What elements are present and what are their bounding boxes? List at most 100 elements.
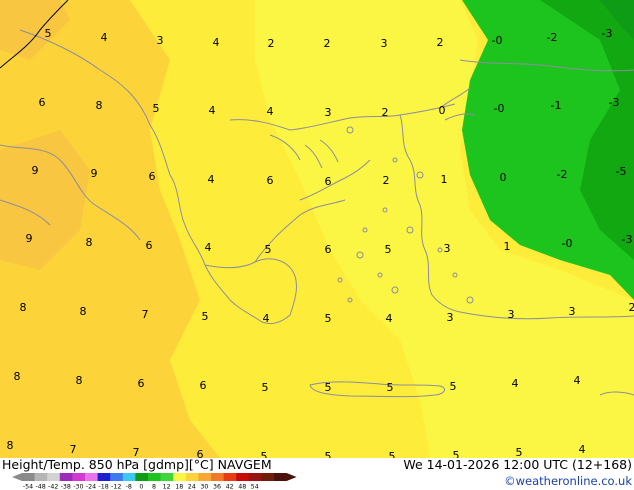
colorbar-swatch	[236, 473, 250, 481]
temp-value-label: 5	[153, 102, 160, 115]
colorbar-tick-label: 0	[139, 484, 143, 490]
colorbar-swatch	[34, 473, 48, 481]
temp-value-label: 4	[209, 104, 216, 117]
temp-value-label: -2	[547, 31, 558, 44]
colorbar-swatch	[198, 473, 212, 481]
temp-value-label: -5	[616, 165, 627, 178]
colorbar-swatch	[135, 473, 149, 481]
colorbar-swatch	[97, 473, 111, 481]
temp-value-label: 4	[579, 443, 586, 456]
temp-value-label: 4	[267, 105, 274, 118]
temp-value-label: 2	[324, 37, 331, 50]
temp-value-label: 8	[20, 301, 27, 314]
colorbar-tick-label: 36	[213, 484, 221, 490]
temp-value-label: 5	[325, 381, 332, 394]
temp-value-label: 8	[80, 305, 87, 318]
map-datetime: We 14-01-2026 12:00 UTC (12+168)	[403, 457, 632, 472]
colorbar-tick-label: 18	[175, 484, 183, 490]
temp-value-label: 3	[325, 106, 332, 119]
temp-value-label: 8	[14, 370, 21, 383]
light-patch	[360, 34, 420, 70]
temp-value-label: 7	[70, 443, 77, 456]
colorbar-tick-label: -24	[86, 484, 96, 490]
colorbar-tick-label: -12	[111, 484, 121, 490]
colorbar-tick-label: -8	[126, 484, 132, 490]
weather-map: 5 4 3 4 2 2 3 2 -0 -2 -36 8 5 4 4 3 2 0 -0 -1 -39 9 6 4 6 6 2 1 0 -2-…	[0, 0, 634, 490]
temp-value-label: 4	[101, 31, 108, 44]
temp-value-label: 3	[569, 305, 576, 318]
colorbar-swatch	[59, 473, 73, 481]
colorbar-swatch	[47, 473, 61, 481]
temp-value-label: -1	[551, 99, 562, 112]
credit-link[interactable]: ©weatheronline.co.uk	[504, 474, 632, 488]
colorbar-swatch	[148, 473, 161, 481]
temp-value-label: 5	[385, 243, 392, 256]
colorbar-tick-label: 24	[188, 484, 196, 490]
colorbar-swatch	[261, 473, 275, 481]
temp-value-label: 4	[213, 36, 220, 49]
temp-value-label: 2	[268, 37, 275, 50]
colorbar-tick-label: -54	[23, 484, 33, 490]
temp-value-label: 5	[262, 381, 269, 394]
temp-value-label: 6	[325, 175, 332, 188]
colorbar-swatch	[211, 473, 224, 481]
colorbar-swatch	[248, 473, 262, 481]
temp-value-label: 9	[91, 167, 98, 180]
colorbar-tick-label: 54	[251, 484, 259, 490]
temp-value-label: 8	[76, 374, 83, 387]
temp-value-label: 6	[325, 243, 332, 256]
colorbar-swatch	[85, 473, 98, 481]
temp-value-label: 4	[574, 374, 581, 387]
temp-value-label: 8	[7, 439, 14, 452]
temp-value-label: 5	[202, 310, 209, 323]
temp-value-label: 3	[157, 34, 164, 47]
colorbar-swatch	[22, 473, 35, 481]
temp-value-label: 9	[32, 164, 39, 177]
temp-value-label: 6	[146, 239, 153, 252]
temp-value-label: 1	[441, 173, 448, 186]
temp-value-label: 3	[508, 308, 515, 321]
colorbar-swatch	[122, 473, 136, 481]
temp-value-label: 0	[439, 104, 446, 117]
temp-value-label: 5	[45, 27, 52, 40]
temp-value-label: 6	[138, 377, 145, 390]
temp-value-label: 6	[267, 174, 274, 187]
temp-value-label: 5	[450, 380, 457, 393]
colorbar-tick-label: -42	[48, 484, 58, 490]
temp-value-label: 6	[39, 96, 46, 109]
colorbar-swatch	[173, 473, 187, 481]
temp-value-label: 3	[444, 242, 451, 255]
temp-value-label: 2	[437, 36, 444, 49]
temp-value-label: 1	[504, 240, 511, 253]
temp-value-label: -0	[562, 237, 573, 250]
temp-value-label: 3	[447, 311, 454, 324]
temp-value-label: 3	[381, 37, 388, 50]
colorbar-swatch	[223, 473, 237, 481]
temp-value-label: -0	[494, 102, 505, 115]
map-title: Height/Temp. 850 hPa [gdmp][°C] NAVGEM	[2, 457, 272, 472]
colorbar-tick-label: 8	[152, 484, 156, 490]
temp-value-label: 7	[142, 308, 149, 321]
colorbar-tick-label: -38	[61, 484, 71, 490]
temp-value-label: -3	[609, 96, 620, 109]
temp-value-label: 0	[500, 171, 507, 184]
colorbar-tick-label: 42	[226, 484, 234, 490]
colorbar-tick-label: 30	[200, 484, 208, 490]
colorbar-swatch	[274, 473, 287, 481]
temp-value-label: 4	[205, 241, 212, 254]
temp-value-label: 4	[386, 312, 393, 325]
temp-value-label: 4	[512, 377, 519, 390]
temp-value-label: -3	[602, 27, 613, 40]
colorbar-swatch	[110, 473, 124, 481]
temp-value-label: 6	[200, 379, 207, 392]
temp-value-label: 8	[86, 236, 93, 249]
colorbar-swatch	[160, 473, 174, 481]
temp-value-label: 2	[629, 301, 634, 314]
temp-value-label: 5	[265, 243, 272, 256]
temp-value-label: 2	[383, 174, 390, 187]
temp-value-label: -0	[492, 34, 503, 47]
temp-value-label: 5	[387, 381, 394, 394]
temp-value-label: 9	[26, 232, 33, 245]
colorbar-tick-label: -48	[35, 484, 45, 490]
colorbar-tick-label: 12	[163, 484, 171, 490]
